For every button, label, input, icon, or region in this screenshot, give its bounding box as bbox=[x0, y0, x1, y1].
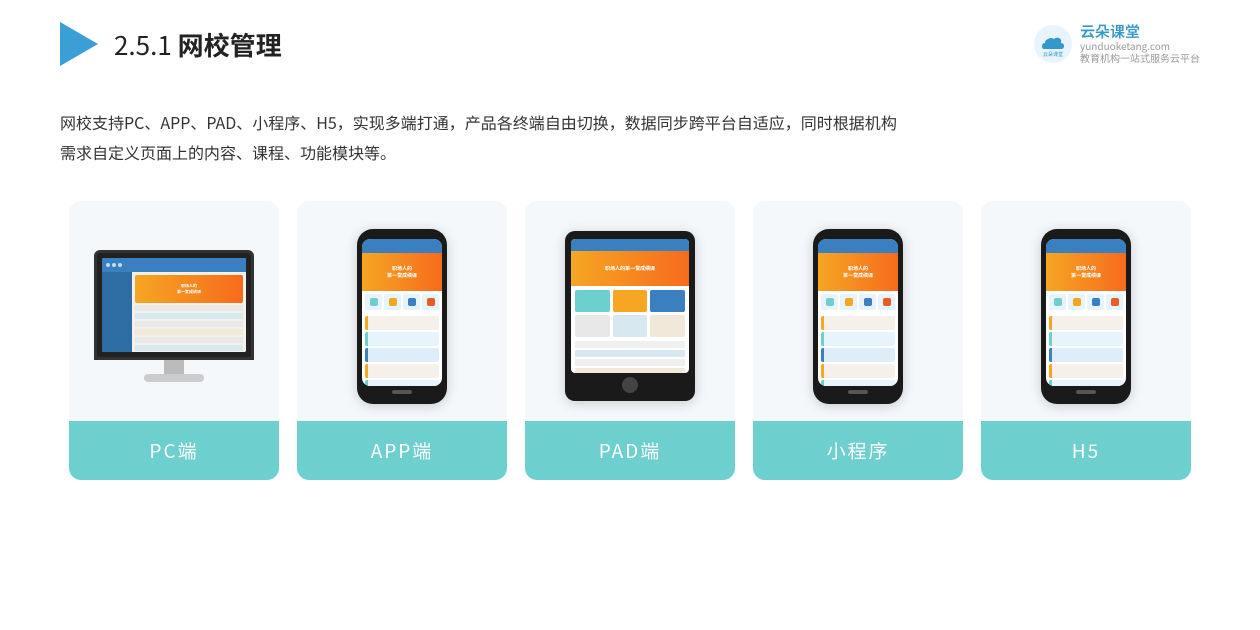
card-h5-image: 职场人的第一堂成绩课 bbox=[981, 201, 1191, 421]
card-pad: 职场人的第一堂成绩课 bbox=[525, 201, 735, 480]
brand-cloud-icon: 云朵课堂 bbox=[1034, 25, 1072, 63]
description: 网校支持PC、APP、PAD、小程序、H5，实现多端打通，产品各终端自由切换，数… bbox=[60, 84, 1200, 177]
page-title: 2.5.1 网校管理 bbox=[114, 26, 282, 63]
card-pc-image: 职场人的第一堂成绩课 bbox=[69, 201, 279, 421]
header-left: 2.5.1 网校管理 bbox=[60, 22, 282, 66]
cards-section: 职场人的第一堂成绩课 bbox=[60, 201, 1200, 480]
logo-triangle-icon bbox=[60, 22, 98, 66]
svg-text:云朵课堂: 云朵课堂 bbox=[1043, 51, 1063, 58]
card-pad-label: PAD端 bbox=[525, 421, 735, 480]
phone-mini-icon: 职场人的第一堂成绩课 bbox=[813, 229, 903, 404]
card-pad-image: 职场人的第一堂成绩课 bbox=[525, 201, 735, 421]
page: 2.5.1 网校管理 云朵课堂 云朵课堂 yunduoketang.com 教育… bbox=[0, 0, 1260, 630]
card-h5-label: H5 bbox=[981, 421, 1191, 480]
card-mini-image: 职场人的第一堂成绩课 bbox=[753, 201, 963, 421]
pad-icon: 职场人的第一堂成绩课 bbox=[565, 231, 695, 401]
brand-text: 云朵课堂 yunduoketang.com 教育机构一站式服务云平台 bbox=[1080, 24, 1200, 65]
card-app-label: APP端 bbox=[297, 421, 507, 480]
description-line1: 网校支持PC、APP、PAD、小程序、H5，实现多端打通，产品各终端自由切换，数… bbox=[60, 108, 1200, 138]
card-mini-label: 小程序 bbox=[753, 421, 963, 480]
card-h5: 职场人的第一堂成绩课 bbox=[981, 201, 1191, 480]
card-pc-label: PC端 bbox=[69, 421, 279, 480]
brand-logo: 云朵课堂 云朵课堂 yunduoketang.com 教育机构一站式服务云平台 bbox=[1034, 24, 1200, 65]
pc-monitor-icon: 职场人的第一堂成绩课 bbox=[94, 250, 254, 382]
phone-app-icon: 职场人的第一堂成绩课 bbox=[357, 229, 447, 404]
header: 2.5.1 网校管理 云朵课堂 云朵课堂 yunduoketang.com 教育… bbox=[60, 0, 1200, 84]
card-app: 职场人的第一堂成绩课 bbox=[297, 201, 507, 480]
card-mini: 职场人的第一堂成绩课 bbox=[753, 201, 963, 480]
brand-tagline: 教育机构一站式服务云平台 bbox=[1080, 52, 1200, 64]
phone-h5-icon: 职场人的第一堂成绩课 bbox=[1041, 229, 1131, 404]
card-app-image: 职场人的第一堂成绩课 bbox=[297, 201, 507, 421]
description-line2: 需求自定义页面上的内容、课程、功能模块等。 bbox=[60, 138, 1200, 168]
card-pc: 职场人的第一堂成绩课 bbox=[69, 201, 279, 480]
